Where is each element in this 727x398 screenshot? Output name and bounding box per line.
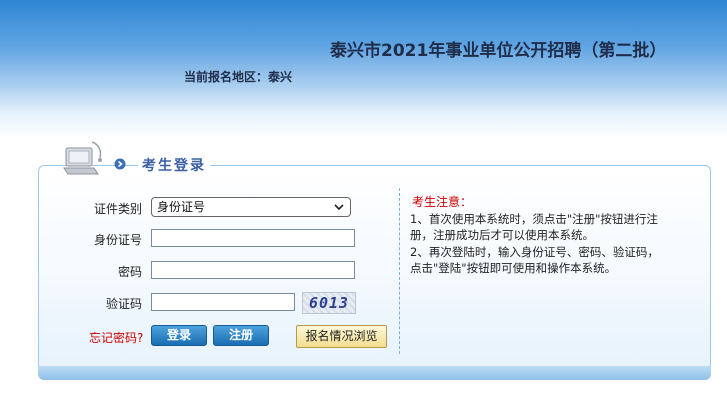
browse-registration-button[interactable]: 报名情况浏览 xyxy=(296,325,387,348)
notice-line: 册，注册成功后才可以使用本系统。 xyxy=(410,228,594,242)
panel-divider xyxy=(399,188,400,354)
register-button[interactable]: 注册 xyxy=(213,325,269,346)
current-region: 当前报名地区：泰兴 xyxy=(184,68,292,85)
login-button[interactable]: 登录 xyxy=(151,325,207,346)
notice-line: 1、首次使用本系统时，须点击"注册"按钮进行注 xyxy=(410,212,658,226)
captcha-label: 验证码 xyxy=(105,297,142,311)
login-panel-footer xyxy=(38,366,711,380)
region-value: 泰兴 xyxy=(268,70,293,84)
id-type-select[interactable]: 身份证号 xyxy=(151,197,351,217)
id-type-value: 身份证号 xyxy=(157,200,206,214)
password-label: 密码 xyxy=(117,265,142,279)
chevron-down-icon xyxy=(334,204,344,211)
captcha-input[interactable] xyxy=(151,293,295,311)
notice-line: 点击"登陆"按钮即可使用和操作本系统。 xyxy=(410,261,617,275)
forgot-password-link[interactable]: 忘记密码? xyxy=(89,329,143,346)
title-bullet-icon xyxy=(114,158,126,170)
id-type-label: 证件类别 xyxy=(93,202,142,216)
captcha-image[interactable]: 6013 xyxy=(302,292,356,314)
id-number-label: 身份证号 xyxy=(93,233,142,247)
notice-title: 考生注意： xyxy=(412,195,473,209)
notice-line: 2、再次登陆时，输入身份证号、密码、验证码， xyxy=(410,245,659,259)
login-title: 考生登录 xyxy=(138,155,210,175)
password-input[interactable] xyxy=(151,261,355,279)
region-label: 当前报名地区： xyxy=(184,70,269,84)
page-title: 泰兴市2021年事业单位公开招聘（第二批） xyxy=(330,41,667,61)
id-number-input[interactable] xyxy=(151,229,355,247)
login-computer-icon xyxy=(63,141,102,175)
